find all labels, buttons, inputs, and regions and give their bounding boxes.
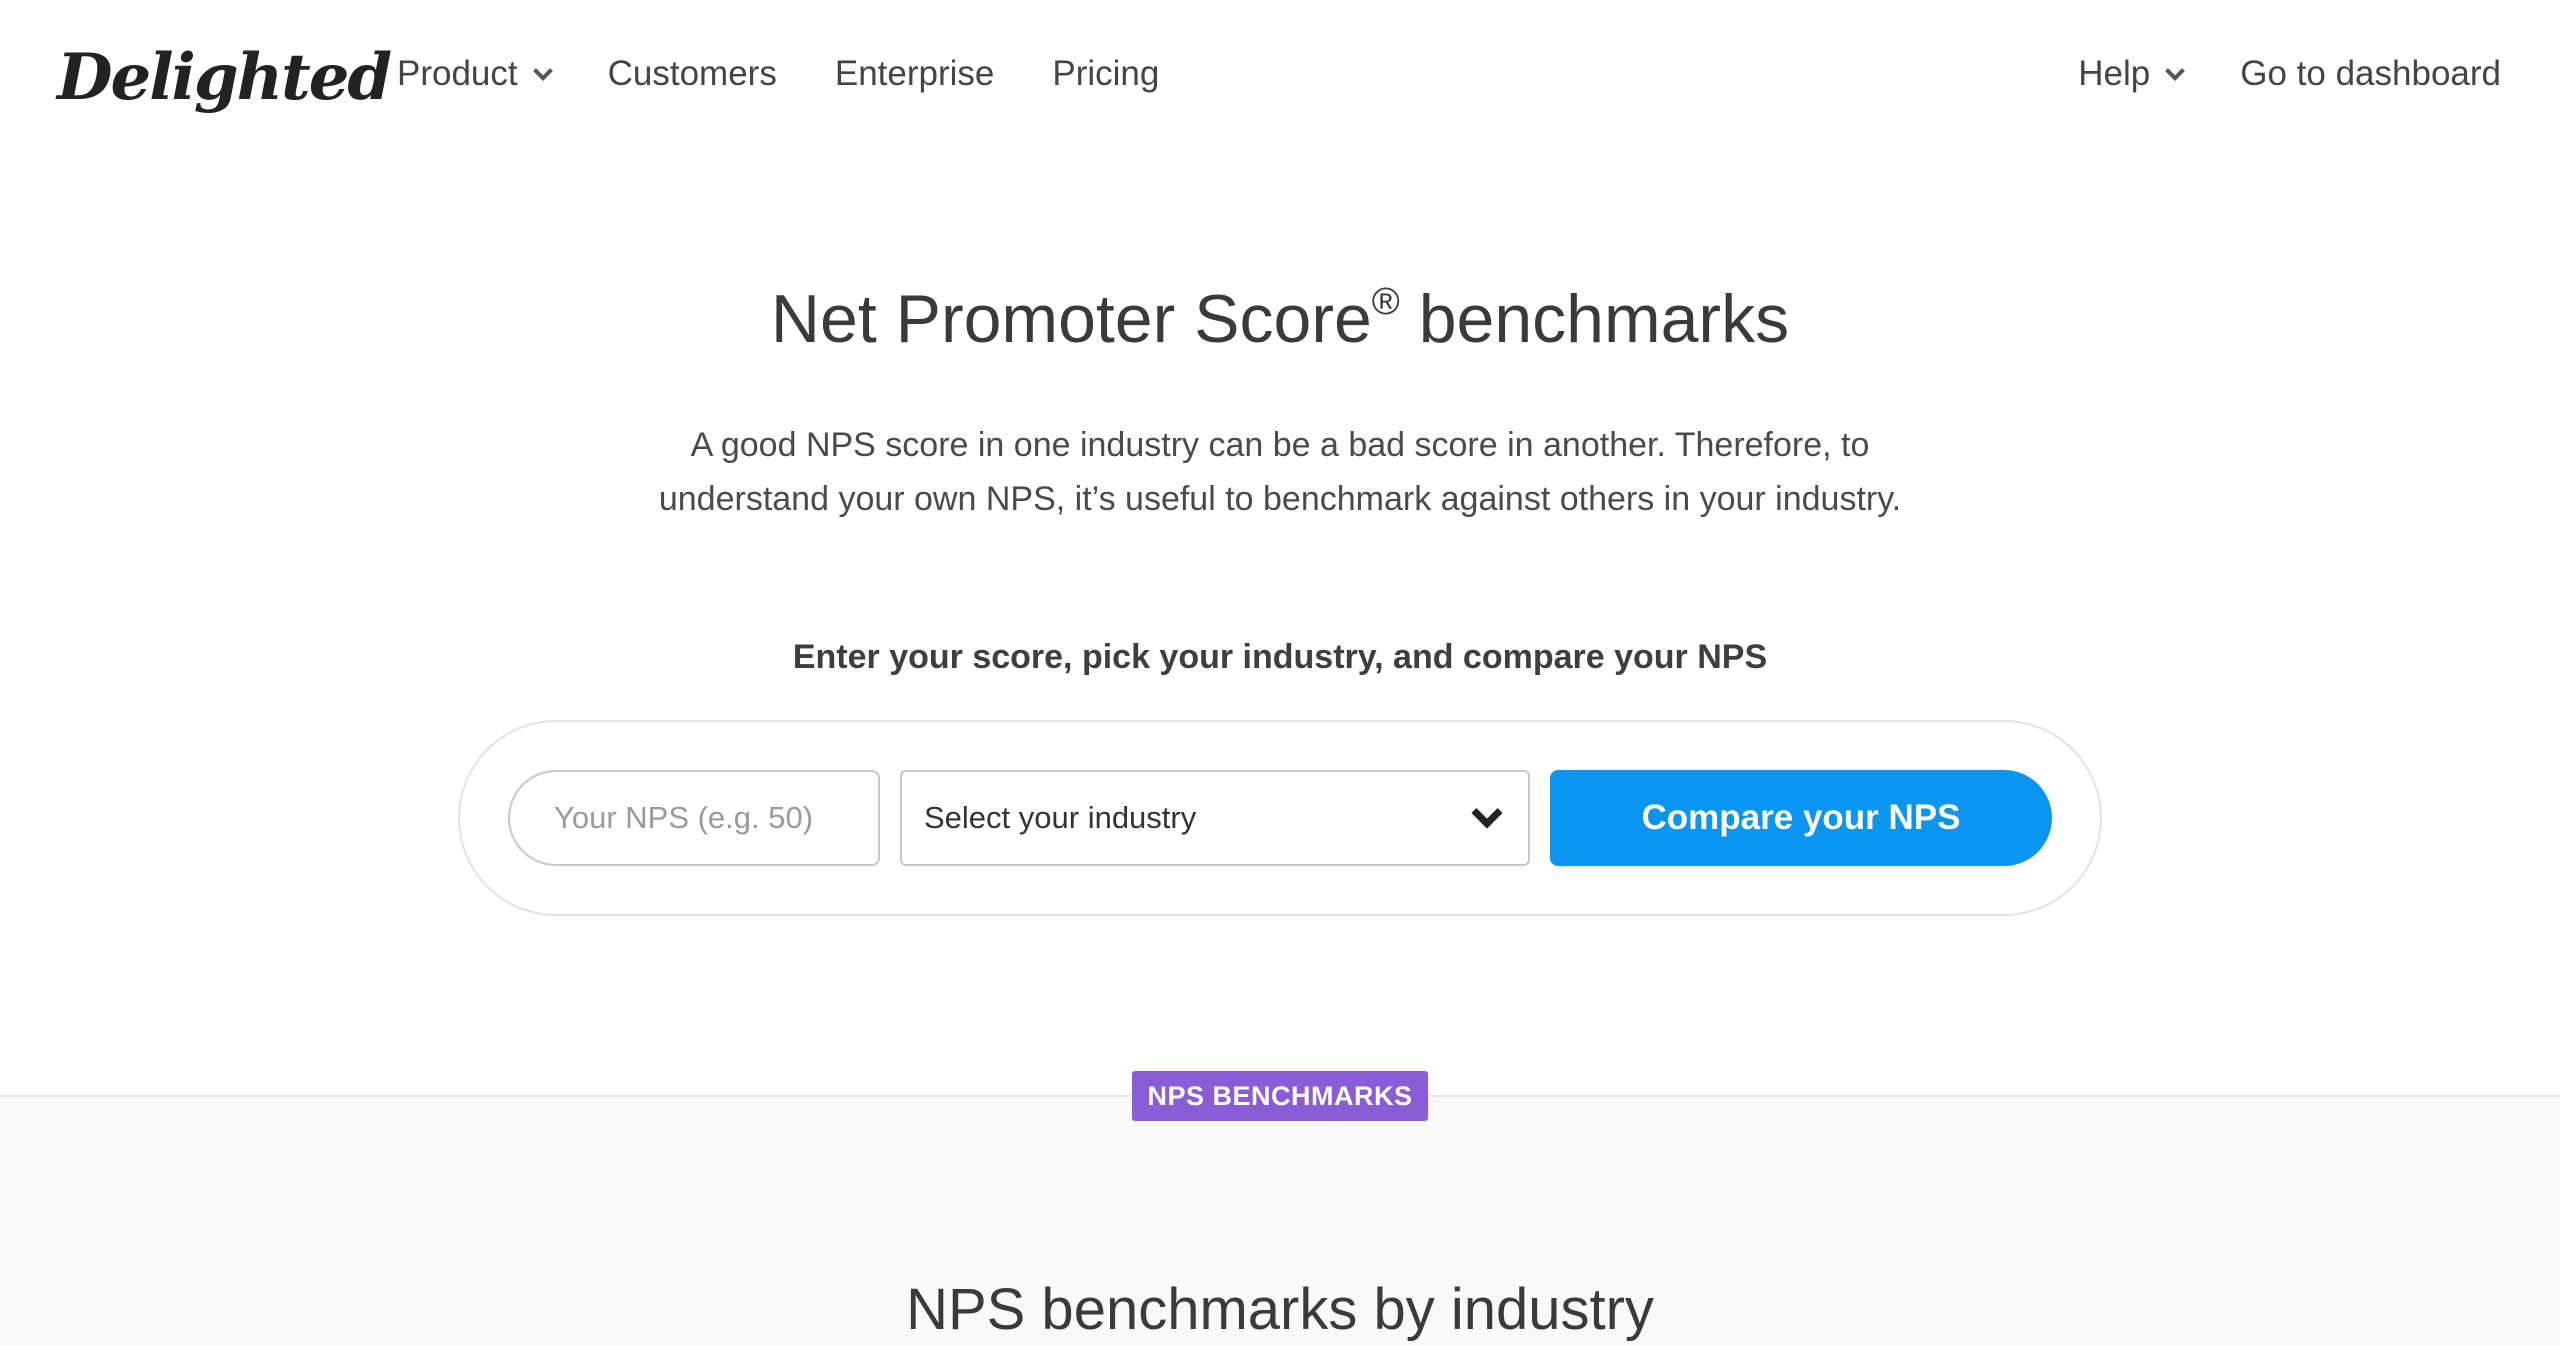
compare-nps-button[interactable]: Compare your NPS (1550, 770, 2052, 866)
industry-select[interactable]: Select your industry (900, 770, 1530, 866)
nps-score-input[interactable] (508, 770, 880, 866)
registered-mark: ® (1371, 281, 1400, 323)
nav-item-label: Pricing (1052, 54, 1160, 93)
nav-item-go-to-dashboard[interactable]: Go to dashboard (2240, 54, 2501, 94)
delighted-logo[interactable]: Delighted (57, 22, 392, 132)
chevron-down-icon (532, 61, 553, 81)
nav-item-help[interactable]: Help (2078, 54, 2186, 94)
page-title-rest: benchmarks (1399, 281, 1790, 357)
page-title-main: Net Promoter Score (770, 281, 1372, 357)
nav-item-label: Help (2078, 54, 2151, 93)
primary-nav: Product Customers Enterprise Pricing (397, 48, 1217, 100)
logo-text: Delighted (57, 39, 392, 115)
industry-select-value: Select your industry (924, 800, 1197, 835)
nav-item-customers[interactable]: Customers (608, 54, 777, 94)
nav-item-label: Customers (607, 54, 777, 93)
section-badge: NPS BENCHMARKS (1132, 1071, 1428, 1121)
chevron-down-icon (2165, 61, 2186, 81)
nav-item-label: Product (397, 54, 518, 93)
section-title: NPS benchmarks by industry (906, 1277, 1654, 1342)
nav-item-label: Enterprise (834, 54, 995, 93)
nav-item-label: Go to dashboard (2240, 54, 2501, 93)
page-subtitle: A good NPS score in one industry can be … (658, 426, 1902, 518)
compare-instructions: Enter your score, pick your industry, an… (792, 638, 1768, 676)
nav-item-pricing[interactable]: Pricing (1052, 54, 1159, 94)
site-header: Delighted Product Customers Enterprise P… (0, 0, 2560, 150)
chevron-down-icon (1471, 797, 1503, 829)
page-title: Net Promoter Score® benchmarks (0, 280, 2560, 358)
nav-item-product[interactable]: Product (397, 54, 553, 94)
secondary-nav: Help Go to dashboard (2078, 48, 2501, 100)
nav-item-enterprise[interactable]: Enterprise (835, 54, 995, 94)
